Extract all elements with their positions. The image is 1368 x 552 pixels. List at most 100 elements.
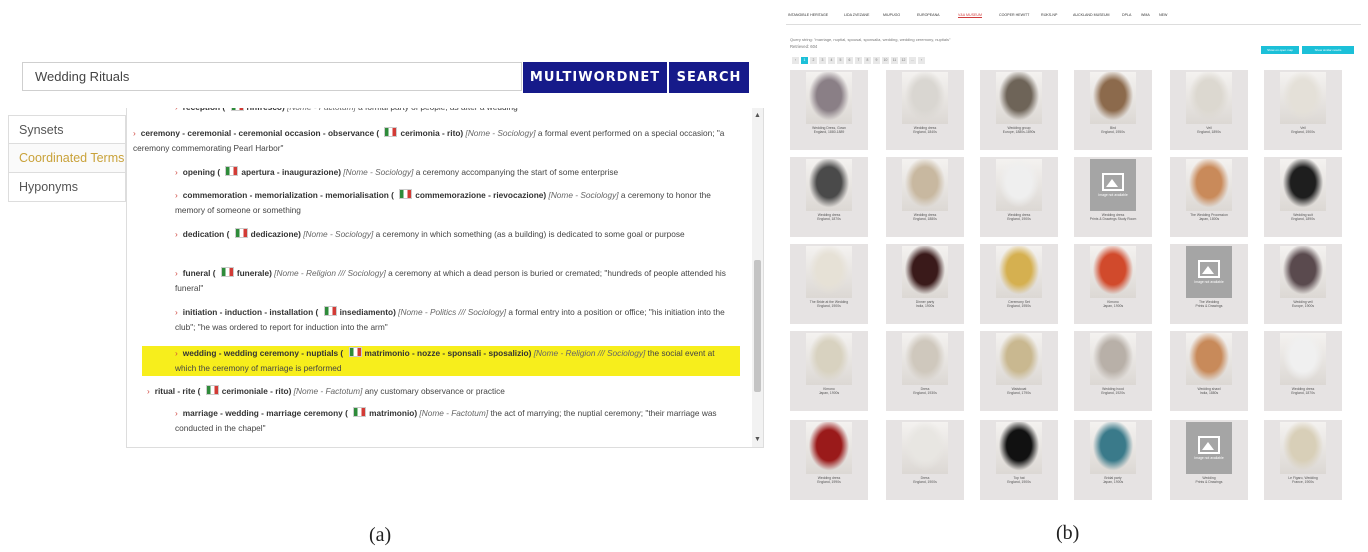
result-thumbnail[interactable]: Image not available bbox=[1186, 422, 1232, 474]
result-card[interactable]: Ceremony Set England, 1950s bbox=[980, 244, 1058, 324]
result-card[interactable]: Dress England, 1900s bbox=[886, 420, 964, 500]
result-thumbnail[interactable] bbox=[1186, 159, 1232, 211]
result-card[interactable]: Dress England, 1930s bbox=[886, 331, 964, 411]
result-card[interactable]: Wedding hood England, 1920s bbox=[1074, 331, 1152, 411]
result-thumbnail[interactable] bbox=[806, 72, 852, 124]
result-thumbnail[interactable] bbox=[1280, 422, 1326, 474]
tab-hyponyms[interactable]: Hyponyms bbox=[8, 173, 126, 202]
page-link[interactable]: 12 bbox=[900, 57, 907, 64]
synset-entry[interactable]: › initiation - induction - installation (… bbox=[175, 305, 735, 335]
scroll-thumb[interactable] bbox=[754, 260, 761, 392]
result-thumbnail[interactable] bbox=[1186, 333, 1232, 385]
page-link[interactable]: 8 bbox=[864, 57, 871, 64]
scroll-up-icon[interactable]: ▲ bbox=[754, 112, 761, 119]
result-thumbnail[interactable]: Image not available bbox=[1186, 246, 1232, 298]
result-thumbnail[interactable] bbox=[1280, 333, 1326, 385]
page-link[interactable]: 1 bbox=[801, 57, 808, 64]
result-card[interactable]: Wedding suit England, 1890s bbox=[1264, 157, 1342, 237]
synset-entry[interactable]: › funeral ( funerale) [Nome - Religion //… bbox=[175, 266, 735, 296]
nav-item[interactable]: V&A MUSEUM bbox=[958, 13, 982, 18]
synset-entry[interactable]: ›reception ( rinfresco) [Nome - Factotum… bbox=[175, 108, 735, 115]
chevron-right-icon[interactable]: › bbox=[175, 229, 178, 239]
result-thumbnail[interactable] bbox=[1280, 246, 1326, 298]
chevron-right-icon[interactable]: › bbox=[147, 386, 150, 396]
result-thumbnail[interactable] bbox=[1090, 422, 1136, 474]
result-thumbnail[interactable]: Image not available bbox=[1090, 159, 1136, 211]
result-card[interactable]: Image not available Wedding Prints & Draw… bbox=[1170, 420, 1248, 500]
nav-item[interactable]: WMA bbox=[1141, 13, 1150, 17]
result-thumbnail[interactable] bbox=[1090, 246, 1136, 298]
page-link[interactable]: 2 bbox=[810, 57, 817, 64]
nav-item[interactable]: EUROPEANA bbox=[917, 13, 940, 17]
result-card[interactable]: Wedding dress England, 1870s bbox=[790, 157, 868, 237]
result-thumbnail[interactable] bbox=[1280, 159, 1326, 211]
result-thumbnail[interactable] bbox=[996, 72, 1042, 124]
result-thumbnail[interactable] bbox=[996, 422, 1042, 474]
result-card[interactable]: Image not available The Wedding Prints & … bbox=[1170, 244, 1248, 324]
synset-entry[interactable]: › commemoration - memorialization - memor… bbox=[175, 188, 735, 218]
result-card[interactable]: The Bride at the Wedding England, 1900s bbox=[790, 244, 868, 324]
chevron-right-icon[interactable]: › bbox=[133, 128, 136, 138]
tab-synsets[interactable]: Synsets bbox=[8, 115, 126, 144]
page-link[interactable]: 6 bbox=[846, 57, 853, 64]
chevron-right-icon[interactable]: › bbox=[175, 108, 178, 112]
result-thumbnail[interactable] bbox=[806, 159, 852, 211]
page-link[interactable]: ... bbox=[909, 57, 916, 64]
search-button[interactable]: SEARCH bbox=[669, 62, 749, 93]
result-card[interactable]: Veil England, 1900s bbox=[1264, 70, 1342, 150]
result-card[interactable]: Wedding dress England, 1880s bbox=[886, 157, 964, 237]
result-thumbnail[interactable] bbox=[1090, 72, 1136, 124]
synset-entry[interactable]: › marriage - wedding - marriage ceremony … bbox=[175, 406, 735, 436]
result-card[interactable]: Wedding Dress, Gown England, 1880-1889 bbox=[790, 70, 868, 150]
chevron-right-icon[interactable]: › bbox=[175, 408, 178, 418]
page-link[interactable]: 7 bbox=[855, 57, 862, 64]
nav-item[interactable]: INTANGIBLE HERITAGE bbox=[788, 13, 828, 17]
nav-item[interactable]: DPLA bbox=[1122, 13, 1131, 17]
result-thumbnail[interactable] bbox=[902, 422, 948, 474]
result-card[interactable]: Image not available Wedding dress Prints … bbox=[1074, 157, 1152, 237]
result-thumbnail[interactable] bbox=[996, 333, 1042, 385]
result-card[interactable]: Waistcoat England, 1790s bbox=[980, 331, 1058, 411]
page-link[interactable]: 11 bbox=[891, 57, 898, 64]
show-map-button[interactable]: Show on open map bbox=[1261, 46, 1299, 54]
page-link[interactable]: 4 bbox=[828, 57, 835, 64]
page-link[interactable]: ‹ bbox=[792, 57, 799, 64]
result-thumbnail[interactable] bbox=[996, 246, 1042, 298]
search-input[interactable] bbox=[22, 62, 522, 91]
result-thumbnail[interactable] bbox=[902, 333, 948, 385]
result-card[interactable]: Wedding dress England, 1900s bbox=[980, 157, 1058, 237]
chevron-right-icon[interactable]: › bbox=[175, 268, 178, 278]
synset-entry[interactable]: › opening ( apertura - inaugurazione) [No… bbox=[175, 165, 735, 180]
page-link[interactable]: 10 bbox=[882, 57, 889, 64]
result-thumbnail[interactable] bbox=[996, 159, 1042, 211]
chevron-right-icon[interactable]: › bbox=[175, 190, 178, 200]
result-thumbnail[interactable] bbox=[902, 72, 948, 124]
result-card[interactable]: Wedding shawl India, 1880s bbox=[1170, 331, 1248, 411]
result-thumbnail[interactable] bbox=[1280, 72, 1326, 124]
result-card[interactable]: Top hat England, 1900s bbox=[980, 420, 1058, 500]
nav-item[interactable]: AUCKLAND MUSEUM bbox=[1073, 13, 1110, 17]
nav-item[interactable]: MIUPUGO bbox=[883, 13, 900, 17]
result-thumbnail[interactable] bbox=[806, 246, 852, 298]
result-card[interactable]: Veil England, 1890s bbox=[1170, 70, 1248, 150]
result-card[interactable]: Wedding veil Europe, 1900s bbox=[1264, 244, 1342, 324]
page-link[interactable]: 9 bbox=[873, 57, 880, 64]
tab-coordinated-terms[interactable]: Coordinated Terms bbox=[8, 144, 126, 173]
chevron-right-icon[interactable]: › bbox=[175, 307, 178, 317]
chevron-right-icon[interactable]: › bbox=[175, 348, 178, 358]
page-link[interactable]: › bbox=[918, 57, 925, 64]
chevron-right-icon[interactable]: › bbox=[175, 167, 178, 177]
synset-entry[interactable]: › ritual - rite ( cerimoniale - rito) [No… bbox=[147, 384, 737, 399]
result-card[interactable]: Kimono Japan, 1900s bbox=[1074, 244, 1152, 324]
synset-entry[interactable]: › dedication ( dedicazione) [Nome - Socio… bbox=[175, 227, 735, 242]
synset-entry[interactable]: › ceremony - ceremonial - ceremonial occa… bbox=[133, 126, 733, 156]
result-thumbnail[interactable] bbox=[902, 159, 948, 211]
result-card[interactable]: Kimono Japan, 1900s bbox=[790, 331, 868, 411]
page-link[interactable]: 3 bbox=[819, 57, 826, 64]
result-card[interactable]: The Wedding Procession Japan, 1800s bbox=[1170, 157, 1248, 237]
nav-item[interactable]: LIDA ZVEZANE bbox=[844, 13, 869, 17]
result-thumbnail[interactable] bbox=[806, 333, 852, 385]
nav-item[interactable]: RIJKS-NP bbox=[1041, 13, 1057, 17]
result-thumbnail[interactable] bbox=[902, 246, 948, 298]
result-card[interactable]: Bridal party Japan, 1900s bbox=[1074, 420, 1152, 500]
